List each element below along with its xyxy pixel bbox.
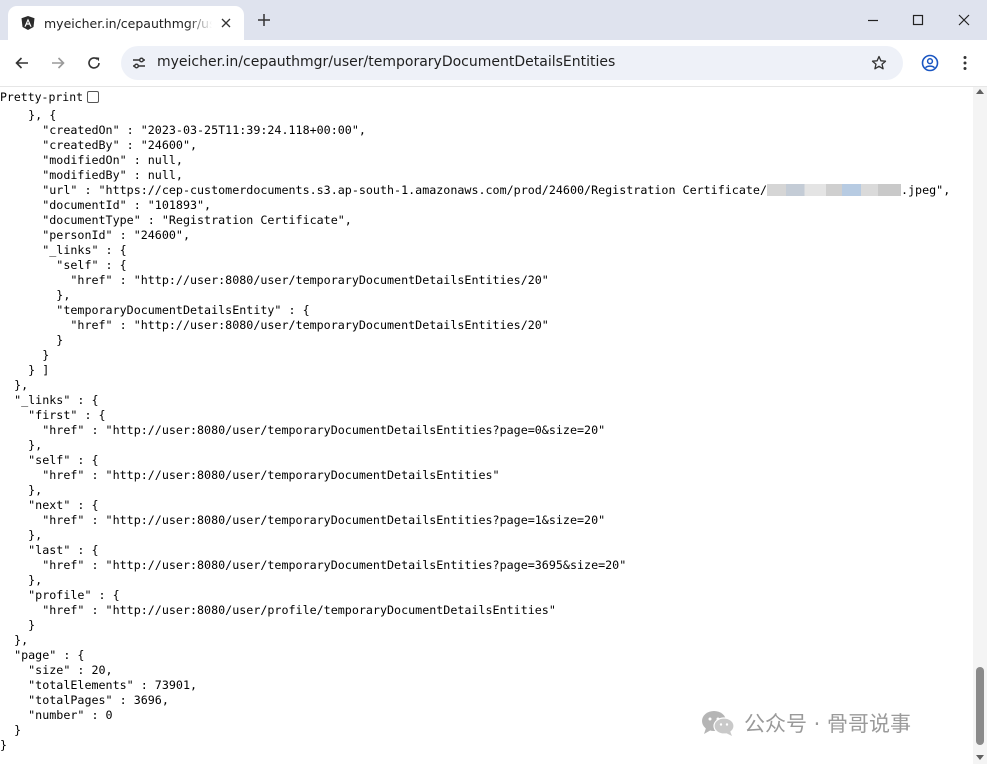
json-line: }: [0, 333, 64, 347]
json-line: "href" : "http://user:8080/user/profile/…: [0, 603, 556, 617]
tune-icon[interactable]: [129, 53, 149, 73]
json-line: "_links" : {: [0, 393, 99, 407]
json-line: "href" : "http://user:8080/user/temporar…: [0, 513, 606, 527]
tab-title: myeicher.in/cepauthmgr/user/temporaryDoc…: [44, 15, 212, 31]
json-line: "size" : 20,: [0, 663, 113, 677]
angular-icon: [20, 15, 36, 31]
json-line: }: [0, 618, 36, 632]
scroll-up-arrow-icon[interactable]: [976, 89, 984, 94]
forward-arrow-icon[interactable]: [47, 52, 69, 74]
maximize-icon[interactable]: [908, 10, 928, 30]
minimize-icon[interactable]: [863, 10, 883, 30]
json-line: "documentId" : "101893",: [0, 198, 212, 212]
json-line: },: [0, 483, 43, 497]
tab-strip: myeicher.in/cepauthmgr/user/temporaryDoc…: [0, 0, 987, 40]
json-line: "temporaryDocumentDetailsEntity" : {: [0, 303, 310, 317]
json-line: "href" : "http://user:8080/user/temporar…: [0, 318, 549, 332]
new-tab-plus-icon[interactable]: [254, 10, 274, 30]
scroll-down-arrow-icon[interactable]: [976, 755, 984, 760]
json-line: "_links" : {: [0, 243, 127, 257]
wechat-icon: [702, 711, 735, 736]
json-line: "number" : 0: [0, 708, 113, 722]
json-line: "page" : {: [0, 648, 85, 662]
json-line: "documentType" : "Registration Certifica…: [0, 213, 352, 227]
pretty-print-label: Pretty-print: [0, 90, 84, 104]
json-line: "last" : {: [0, 543, 99, 557]
json-line: }: [0, 348, 50, 362]
json-line: "totalPages" : 3696,: [0, 693, 169, 707]
vertical-scrollbar[interactable]: [973, 87, 987, 764]
json-line: .jpeg",: [900, 183, 951, 197]
json-line: "first" : {: [0, 408, 106, 422]
json-line: "createdBy" : "24600",: [0, 138, 198, 152]
back-arrow-icon[interactable]: [11, 52, 33, 74]
json-line: "modifiedOn" : null,: [0, 153, 183, 167]
json-line: },: [0, 528, 43, 542]
json-response: }, { "createdOn" : "2023-03-25T11:39:24.…: [0, 108, 950, 753]
star-icon[interactable]: [869, 53, 889, 73]
json-line: "self" : {: [0, 453, 99, 467]
scrollbar-thumb[interactable]: [976, 667, 984, 745]
json-line: "next" : {: [0, 498, 99, 512]
window-close-icon[interactable]: [954, 10, 974, 30]
browser-toolbar: myeicher.in/cepauthmgr/user/temporaryDoc…: [0, 40, 987, 87]
reload-icon[interactable]: [83, 52, 105, 74]
page-content: Pretty-print }, { "createdOn" : "2023-03…: [0, 87, 973, 764]
watermark: 公众号 · 骨哥说事: [700, 708, 911, 738]
json-line: "href" : "http://user:8080/user/temporar…: [0, 558, 627, 572]
browser-tab[interactable]: myeicher.in/cepauthmgr/user/temporaryDoc…: [8, 6, 244, 40]
json-line: },: [0, 288, 71, 302]
pretty-print-checkbox[interactable]: [87, 91, 100, 103]
redacted-filename: [766, 184, 901, 196]
json-line: "href" : "http://user:8080/user/temporar…: [0, 468, 500, 482]
json-line: }: [0, 738, 8, 752]
json-line: "href" : "http://user:8080/user/temporar…: [0, 423, 606, 437]
url-text[interactable]: myeicher.in/cepauthmgr/user/temporaryDoc…: [157, 54, 615, 70]
json-line: "modifiedBy" : null,: [0, 168, 183, 182]
json-line: "href" : "http://user:8080/user/temporar…: [0, 273, 549, 287]
json-line: }: [0, 723, 22, 737]
kebab-menu-icon[interactable]: [955, 52, 975, 74]
json-line: },: [0, 573, 43, 587]
json-line: } ]: [0, 363, 50, 377]
tab-close-icon[interactable]: [218, 15, 234, 31]
json-line: "self" : {: [0, 258, 127, 272]
json-line: }, {: [0, 108, 57, 122]
json-line: "totalElements" : 73901,: [0, 678, 198, 692]
json-line: "createdOn" : "2023-03-25T11:39:24.118+0…: [0, 123, 366, 137]
profile-icon[interactable]: [919, 52, 941, 74]
json-line: },: [0, 438, 43, 452]
watermark-text: 公众号 · 骨哥说事: [744, 712, 912, 736]
json-line: },: [0, 633, 29, 647]
json-line: "url" : "https://cep-customerdocuments.s…: [0, 183, 767, 197]
json-line: },: [0, 378, 29, 392]
json-line: "personId" : "24600",: [0, 228, 190, 242]
address-bar[interactable]: myeicher.in/cepauthmgr/user/temporaryDoc…: [121, 46, 903, 80]
json-line: "profile" : {: [0, 588, 120, 602]
pretty-print-toggle[interactable]: Pretty-print: [0, 89, 100, 105]
